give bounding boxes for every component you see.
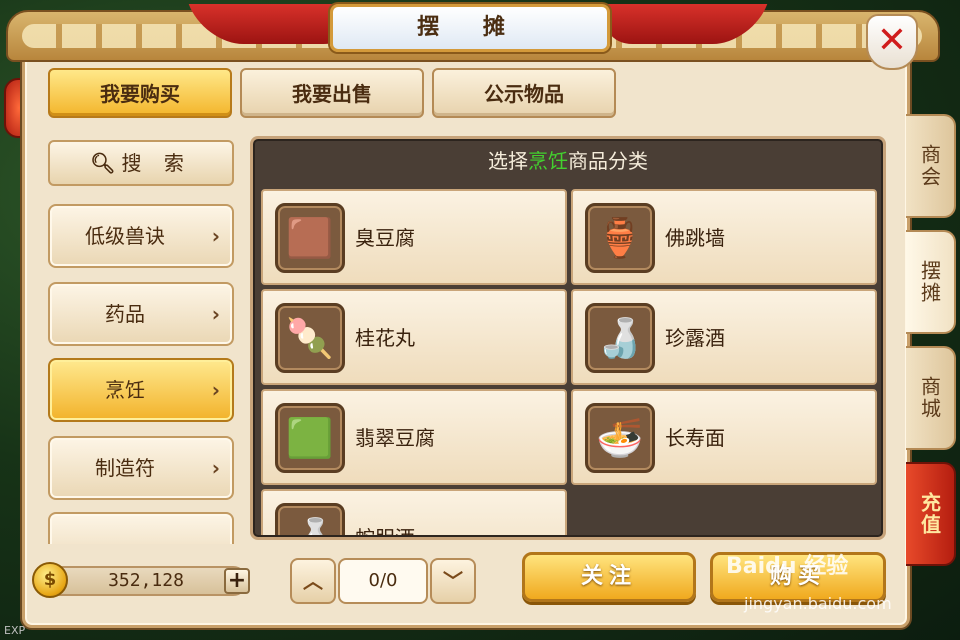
item-card-jade-tofu[interactable]: 🟩 翡翠豆腐 bbox=[261, 389, 567, 485]
chevron-up-icon: ︿ bbox=[303, 569, 323, 593]
chevron-right-icon: › bbox=[211, 456, 220, 480]
stinky-tofu-icon: 🟫 bbox=[275, 203, 345, 273]
category-label: 制造符 bbox=[95, 456, 155, 480]
item-name: 蛇胆酒 bbox=[355, 491, 415, 535]
category-item-talisman[interactable]: 制造符 › bbox=[48, 436, 234, 500]
category-label: 药品 bbox=[105, 302, 145, 326]
money-amount: 352,128 bbox=[108, 570, 184, 591]
tab-public-items[interactable]: 公示物品 bbox=[432, 68, 616, 118]
side-tab-recharge[interactable]: 充值 bbox=[906, 462, 956, 566]
item-name: 长寿面 bbox=[665, 426, 725, 450]
item-panel: 选择烹饪商品分类 🟫 臭豆腐 🏺 佛跳墙 🍡 桂花丸 🍶 珍露酒 🟩 翡翠豆腐 … bbox=[250, 136, 886, 540]
header-suffix: 商品分类 bbox=[568, 149, 648, 173]
chevron-right-icon: › bbox=[211, 224, 220, 248]
side-tab-mall[interactable]: 商城 bbox=[906, 346, 956, 450]
item-card-snake-wine[interactable]: 🍶 蛇胆酒 bbox=[261, 489, 567, 535]
page-indicator: 0/0 bbox=[338, 558, 428, 604]
item-card-stinky-tofu[interactable]: 🟫 臭豆腐 bbox=[261, 189, 567, 285]
side-tab-chamber[interactable]: 商会 bbox=[906, 114, 956, 218]
item-card-osmanthus-ball[interactable]: 🍡 桂花丸 bbox=[261, 289, 567, 385]
chevron-down-icon: ﹀ bbox=[443, 569, 463, 593]
close-icon: ✕ bbox=[876, 20, 908, 61]
wine-vessel-icon: 🍶 bbox=[585, 303, 655, 373]
page-down-button[interactable]: ﹀ bbox=[430, 558, 476, 604]
jar-soup-icon: 🏺 bbox=[585, 203, 655, 273]
add-money-button[interactable]: + bbox=[224, 568, 250, 594]
item-name: 珍露酒 bbox=[665, 326, 725, 350]
item-grid[interactable]: 🟫 臭豆腐 🏺 佛跳墙 🍡 桂花丸 🍶 珍露酒 🟩 翡翠豆腐 🍜 长寿面 🍶 蛇… bbox=[261, 189, 877, 535]
search-icon: 🔍︎ bbox=[90, 151, 116, 175]
jade-tofu-icon: 🟩 bbox=[275, 403, 345, 473]
category-item-medicine[interactable]: 药品 › bbox=[48, 282, 234, 346]
chevron-right-icon: › bbox=[211, 302, 220, 326]
search-button[interactable]: 🔍︎ 搜 索 bbox=[48, 140, 234, 186]
chevron-right-icon: › bbox=[211, 378, 220, 402]
category-label: 烹饪 bbox=[105, 378, 145, 402]
item-name: 桂花丸 bbox=[355, 326, 415, 350]
watermark-url: jingyan.baidu.com bbox=[744, 594, 892, 613]
category-item-low-skill[interactable]: 低级兽诀 › bbox=[48, 204, 234, 268]
item-card-wine[interactable]: 🍶 珍露酒 bbox=[571, 289, 877, 385]
page-up-button[interactable]: ︿ bbox=[290, 558, 336, 604]
snake-wine-icon: 🍶 bbox=[275, 503, 345, 535]
tab-sell[interactable]: 我要出售 bbox=[240, 68, 424, 118]
category-item-partial[interactable] bbox=[48, 512, 234, 544]
side-tab-stall[interactable]: 摆摊 bbox=[906, 230, 956, 334]
category-item-cooking[interactable]: 烹饪 › bbox=[48, 358, 234, 422]
coin-icon: $ bbox=[32, 562, 68, 598]
item-name: 佛跳墙 bbox=[665, 226, 725, 250]
window-title: 摆 摊 bbox=[330, 4, 610, 52]
noodle-bowl-icon: 🍜 bbox=[585, 403, 655, 473]
follow-button[interactable]: 关注 bbox=[522, 552, 696, 602]
category-label: 低级兽诀 bbox=[85, 224, 165, 248]
close-button[interactable]: ✕ bbox=[866, 14, 918, 70]
tab-buy[interactable]: 我要购买 bbox=[48, 68, 232, 118]
exp-label: EXP bbox=[4, 624, 26, 637]
header-prefix: 选择 bbox=[488, 149, 528, 173]
header-highlight: 烹饪 bbox=[528, 149, 568, 173]
item-name: 臭豆腐 bbox=[355, 226, 415, 250]
search-label: 搜 索 bbox=[121, 151, 192, 175]
item-card-noodles[interactable]: 🍜 长寿面 bbox=[571, 389, 877, 485]
category-list[interactable]: 低级兽诀 › 药品 › 烹饪 › 制造符 › bbox=[46, 196, 238, 544]
plus-icon: + bbox=[227, 568, 247, 593]
item-name: 翡翠豆腐 bbox=[355, 426, 435, 450]
watermark-logo: Baidu 经验 bbox=[726, 554, 849, 579]
osmanthus-ball-icon: 🍡 bbox=[275, 303, 345, 373]
panel-header: 选择烹饪商品分类 bbox=[253, 139, 883, 183]
item-card-jar-soup[interactable]: 🏺 佛跳墙 bbox=[571, 189, 877, 285]
